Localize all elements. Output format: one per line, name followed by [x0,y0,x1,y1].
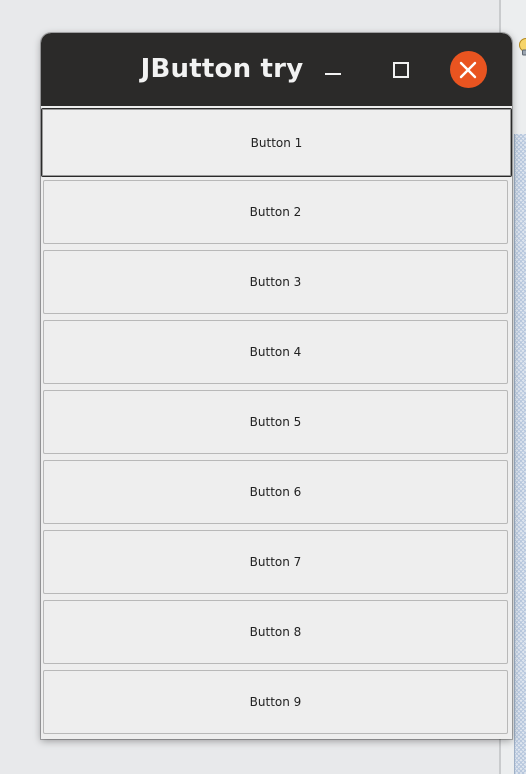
button-3[interactable]: Button 3 [43,250,508,314]
lightbulb-icon [515,37,526,59]
button-6[interactable]: Button 6 [43,460,508,524]
close-button[interactable] [449,33,487,106]
maximize-icon [393,61,409,78]
title-bar[interactable]: JButton try [41,33,512,106]
button-2[interactable]: Button 2 [43,180,508,244]
button-5[interactable]: Button 5 [43,390,508,454]
maximize-button[interactable] [385,33,417,106]
button-9[interactable]: Button 9 [43,670,508,734]
background-editor-margin [514,134,526,774]
button-7[interactable]: Button 7 [43,530,508,594]
button-8[interactable]: Button 8 [43,600,508,664]
minimize-button[interactable] [317,33,349,106]
button-1[interactable]: Button 1 [41,108,512,177]
minimize-icon [325,72,341,75]
button-panel: Button 1 Button 2 Button 3 Button 4 Butt… [41,106,512,739]
close-icon [459,61,477,78]
close-button-circle [449,51,487,88]
app-window: JButton try Button 1 Button 2 Button 3 B… [41,33,512,739]
button-4[interactable]: Button 4 [43,320,508,384]
